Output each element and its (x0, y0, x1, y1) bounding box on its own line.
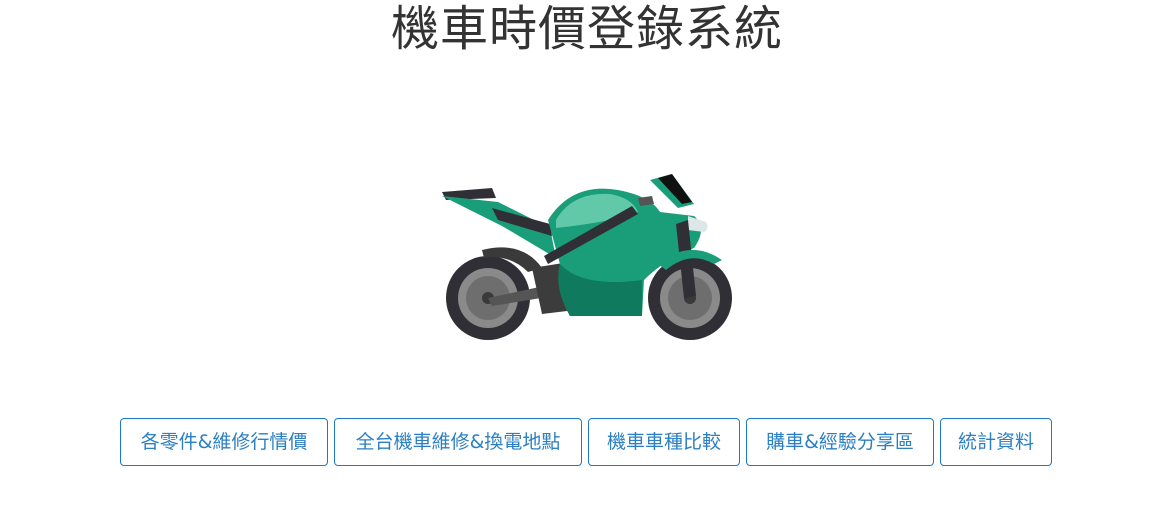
motorcycle-illustration (432, 168, 742, 348)
model-compare-button[interactable]: 機車車種比較 (588, 418, 740, 466)
repair-battery-locations-button[interactable]: 全台機車維修&換電地點 (334, 418, 582, 466)
parts-repair-price-button[interactable]: 各零件&維修行情價 (120, 418, 328, 466)
page-title: 機車時價登錄系統 (390, 1, 783, 57)
main-nav: 各零件&維修行情價 全台機車維修&換電地點 機車車種比較 購車&經驗分享區 統計… (120, 418, 1052, 466)
motorcycle-icon (442, 174, 732, 340)
statistics-button[interactable]: 統計資料 (940, 418, 1052, 466)
experience-share-button[interactable]: 購車&經驗分享區 (746, 418, 934, 466)
